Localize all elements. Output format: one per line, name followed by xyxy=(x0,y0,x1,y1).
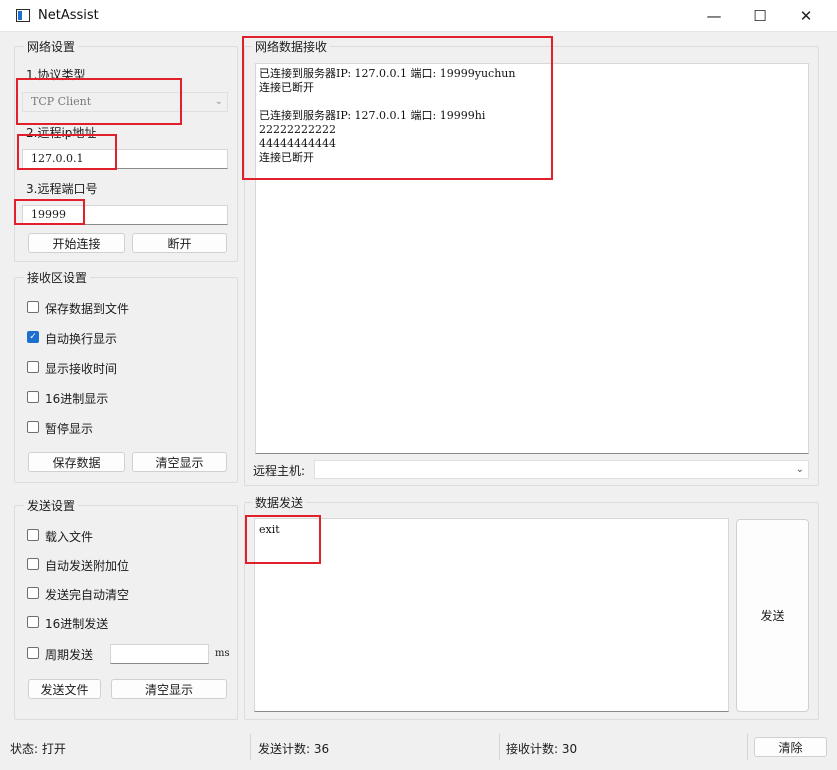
title-bar: NetAssist — ☐ ✕ xyxy=(0,0,837,32)
close-icon[interactable]: ✕ xyxy=(783,0,829,32)
checkbox[interactable] xyxy=(27,361,39,373)
remote-host-label: 远程主机: xyxy=(253,464,306,478)
send-button[interactable]: 发送 xyxy=(736,519,809,712)
status-state: 状态: 打开 xyxy=(10,742,66,756)
window-title: NetAssist xyxy=(38,8,99,23)
status-separator xyxy=(499,734,500,760)
period-unit: ms xyxy=(215,648,230,659)
checkbox[interactable] xyxy=(27,647,39,659)
send-clear-display-button[interactable]: 清空显示 xyxy=(111,679,227,699)
maximize-icon[interactable]: ☐ xyxy=(737,0,783,32)
send-file-button[interactable]: 发送文件 xyxy=(28,679,101,699)
option-label: 载入文件 xyxy=(45,530,94,544)
network-settings-title: 网络设置 xyxy=(24,38,79,55)
option-label: 保存数据到文件 xyxy=(45,302,130,316)
annotation-box-protocol xyxy=(16,78,182,125)
send-textarea[interactable]: exit xyxy=(254,518,729,712)
checkbox[interactable] xyxy=(27,421,39,433)
option-label: 周期发送 xyxy=(45,648,94,662)
clear-display-button[interactable]: 清空显示 xyxy=(132,452,227,472)
disconnect-button[interactable]: 断开 xyxy=(132,233,227,253)
option-label: 16进制发送 xyxy=(45,617,109,631)
chevron-down-icon: ⌄ xyxy=(214,96,223,107)
period-input[interactable] xyxy=(110,644,209,664)
option-label: 自动发送附加位 xyxy=(45,559,130,573)
checkbox-checked[interactable]: ✓ xyxy=(27,331,39,343)
option-label: 自动换行显示 xyxy=(45,332,118,346)
checkbox[interactable] xyxy=(27,391,39,403)
connect-button[interactable]: 开始连接 xyxy=(28,233,125,253)
status-separator xyxy=(747,734,748,760)
checkbox[interactable] xyxy=(27,587,39,599)
remote-host-select[interactable]: ⌄ xyxy=(314,460,809,479)
recv-count: 接收计数: 30 xyxy=(506,742,578,756)
option-label: 16进制显示 xyxy=(45,392,109,406)
send-area-title: 数据发送 xyxy=(252,494,307,511)
port-label: 3.远程端口号 xyxy=(26,182,98,196)
checkbox[interactable] xyxy=(27,558,39,570)
save-data-button[interactable]: 保存数据 xyxy=(28,452,125,472)
app-icon xyxy=(16,9,30,22)
checkbox[interactable] xyxy=(27,529,39,541)
send-settings-title: 发送设置 xyxy=(24,497,79,514)
minimize-icon[interactable]: — xyxy=(691,0,737,32)
annotation-box-send xyxy=(245,515,321,564)
option-label: 暂停显示 xyxy=(45,422,94,436)
option-label: 发送完自动清空 xyxy=(45,588,130,602)
annotation-box-port xyxy=(14,199,85,225)
clear-count-button[interactable]: 清除 xyxy=(754,737,827,757)
checkbox[interactable] xyxy=(27,301,39,313)
option-label: 显示接收时间 xyxy=(45,362,118,376)
send-count: 发送计数: 36 xyxy=(258,742,330,756)
annotation-box-receive xyxy=(242,36,553,180)
checkbox[interactable] xyxy=(27,616,39,628)
receive-settings-title: 接收区设置 xyxy=(24,269,91,286)
status-separator xyxy=(250,734,251,760)
annotation-box-ip xyxy=(17,134,117,170)
chevron-down-icon: ⌄ xyxy=(795,464,804,475)
